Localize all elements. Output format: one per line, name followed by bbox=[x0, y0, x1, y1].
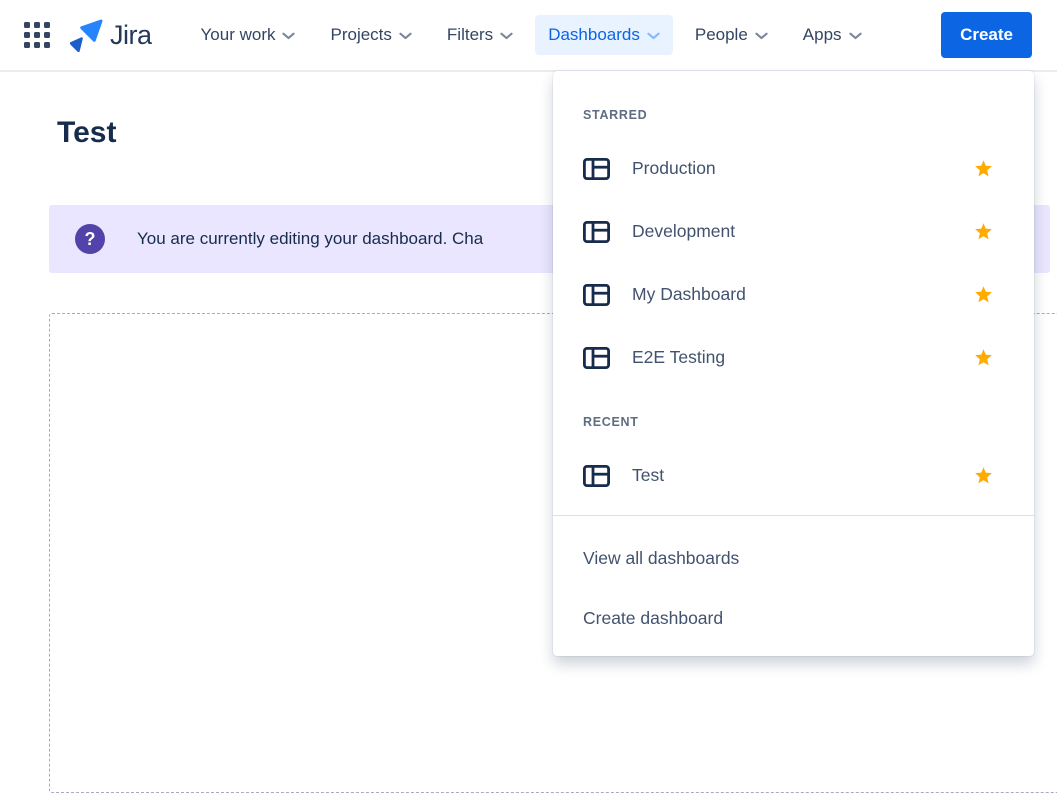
question-glyph: ? bbox=[85, 229, 96, 250]
dashboard-icon bbox=[583, 347, 610, 369]
chevron-down-icon bbox=[849, 32, 862, 40]
menu-item-my-dashboard[interactable]: My Dashboard bbox=[553, 263, 1034, 326]
question-icon: ? bbox=[75, 224, 105, 254]
nav-item-label: Apps bbox=[803, 25, 842, 45]
app-grid-icon bbox=[24, 22, 50, 48]
top-navigation-bar: Jira Your work Projects Filters Dashboar… bbox=[0, 0, 1057, 72]
menu-item-label: Production bbox=[632, 158, 973, 179]
nav-item-label: Filters bbox=[447, 25, 493, 45]
nav-item-your-work[interactable]: Your work bbox=[188, 15, 309, 55]
menu-item-label: Development bbox=[632, 221, 973, 242]
dropdown-footer: View all dashboards Create dashboard bbox=[553, 515, 1034, 656]
recent-items: Test bbox=[553, 444, 1034, 507]
primary-nav: Your work Projects Filters Dashboards Pe… bbox=[188, 15, 875, 55]
star-icon[interactable] bbox=[973, 284, 994, 305]
chevron-down-icon bbox=[500, 32, 513, 40]
menu-item-label: E2E Testing bbox=[632, 347, 973, 368]
menu-item-development[interactable]: Development bbox=[553, 200, 1034, 263]
jira-logo-icon bbox=[70, 19, 103, 52]
star-icon[interactable] bbox=[973, 465, 994, 486]
dashboards-dropdown-menu: STARRED Production Development bbox=[553, 71, 1034, 656]
chevron-down-icon bbox=[399, 32, 412, 40]
dashboard-icon bbox=[583, 465, 610, 487]
edit-banner-text: You are currently editing your dashboard… bbox=[137, 229, 483, 249]
nav-item-dashboards[interactable]: Dashboards bbox=[535, 15, 673, 55]
chevron-down-icon bbox=[282, 32, 295, 40]
create-button[interactable]: Create bbox=[941, 12, 1032, 58]
starred-section-header: STARRED bbox=[583, 107, 1034, 123]
recent-section-header: RECENT bbox=[583, 414, 1034, 430]
chevron-down-icon bbox=[755, 32, 768, 40]
nav-item-label: People bbox=[695, 25, 748, 45]
menu-item-label: Test bbox=[632, 465, 973, 486]
menu-item-label: My Dashboard bbox=[632, 284, 973, 305]
starred-items: Production Development My Dashboard bbox=[553, 137, 1034, 389]
menu-item-test[interactable]: Test bbox=[553, 444, 1034, 507]
chevron-down-icon bbox=[647, 32, 660, 40]
nav-item-label: Projects bbox=[330, 25, 391, 45]
menu-item-production[interactable]: Production bbox=[553, 137, 1034, 200]
nav-item-label: Dashboards bbox=[548, 25, 640, 45]
dashboard-icon bbox=[583, 158, 610, 180]
app-switcher-button[interactable] bbox=[20, 18, 54, 52]
nav-item-filters[interactable]: Filters bbox=[434, 15, 526, 55]
star-icon[interactable] bbox=[973, 347, 994, 368]
star-icon[interactable] bbox=[973, 158, 994, 179]
page-title: Test bbox=[57, 114, 116, 152]
dashboard-icon bbox=[583, 284, 610, 306]
star-icon[interactable] bbox=[973, 221, 994, 242]
nav-item-label: Your work bbox=[201, 25, 276, 45]
dashboard-icon bbox=[583, 221, 610, 243]
nav-item-apps[interactable]: Apps bbox=[790, 15, 875, 55]
dropdown-body: STARRED Production Development bbox=[553, 71, 1034, 515]
view-all-dashboards-link[interactable]: View all dashboards bbox=[553, 528, 1034, 588]
jira-logo-text: Jira bbox=[110, 20, 152, 51]
menu-item-e2e-testing[interactable]: E2E Testing bbox=[553, 326, 1034, 389]
nav-item-people[interactable]: People bbox=[682, 15, 781, 55]
nav-item-projects[interactable]: Projects bbox=[317, 15, 424, 55]
create-dashboard-link[interactable]: Create dashboard bbox=[553, 588, 1034, 648]
jira-logo[interactable]: Jira bbox=[70, 19, 152, 52]
